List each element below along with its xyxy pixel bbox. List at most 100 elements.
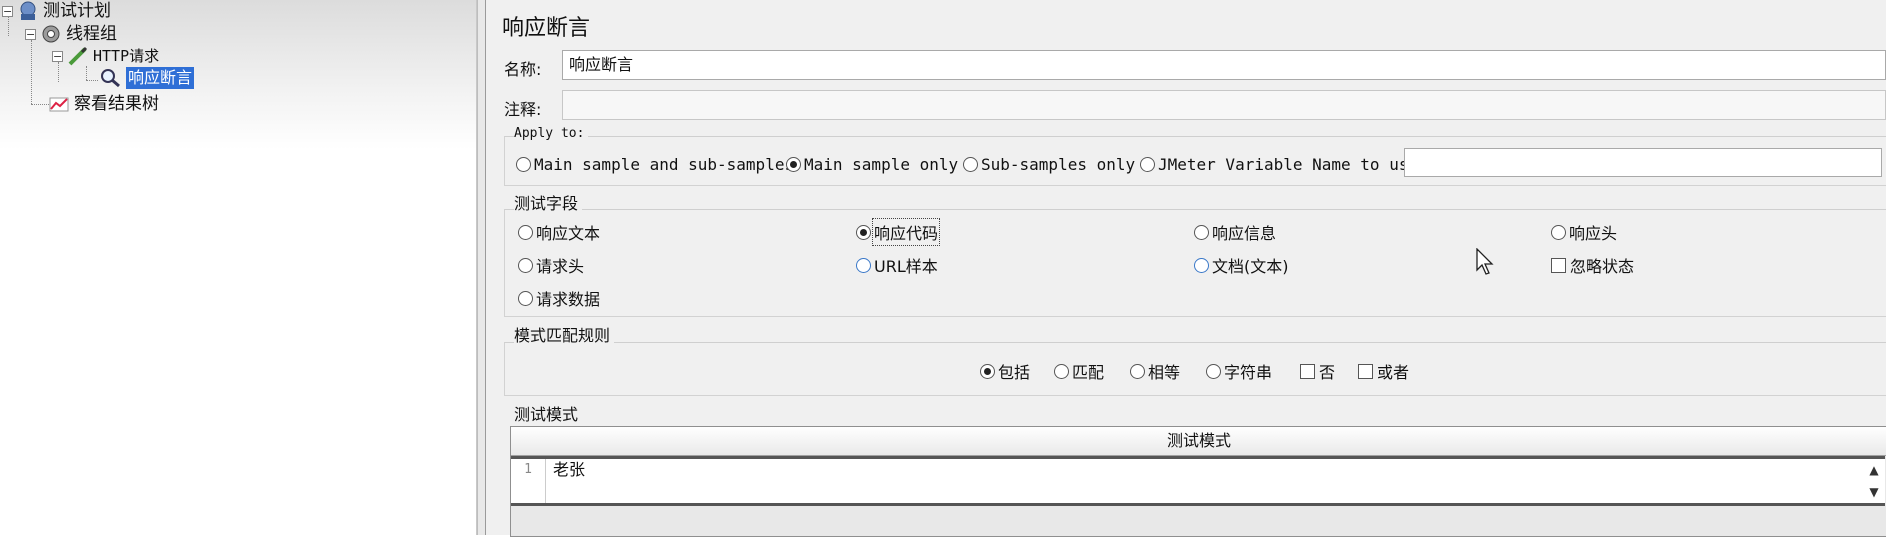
rule-matches[interactable]: 匹配: [1054, 359, 1104, 383]
comment-field[interactable]: [562, 90, 1886, 120]
option-label: Main sample and sub-samples: [534, 155, 795, 174]
apply-jmeter-variable[interactable]: JMeter Variable Name to use: [1140, 155, 1418, 174]
field-url-sampled[interactable]: URL样本: [856, 253, 938, 277]
patterns-table: 测试模式 1 老张 ▲ ▼: [510, 426, 1886, 537]
line-number: 1: [511, 459, 546, 503]
tree-node-label: 察看结果树: [74, 94, 159, 114]
tree-node-thread-group[interactable]: − 线程组: [25, 23, 117, 45]
pattern-matching-rules-group: [504, 342, 1886, 396]
radio-button-selected[interactable]: [980, 363, 995, 379]
radio-button[interactable]: [516, 157, 531, 172]
tree-node-label: HTTP请求: [93, 47, 160, 65]
field-request-headers[interactable]: 请求头: [518, 253, 584, 277]
jmeter-variable-name-field[interactable]: [1404, 148, 1882, 177]
radio-button[interactable]: [856, 257, 871, 273]
name-label: 名称:: [504, 60, 542, 79]
radio-button[interactable]: [518, 224, 533, 240]
collapse-icon[interactable]: −: [52, 50, 63, 62]
radio-button[interactable]: [1551, 224, 1566, 240]
tree-node-test-plan[interactable]: − 测试计划: [2, 0, 111, 22]
assertion-magnifier-icon: [100, 68, 122, 88]
radio-button[interactable]: [518, 290, 533, 306]
tree-connector: [86, 66, 87, 80]
tree-node-label-selected: 响应断言: [126, 67, 195, 89]
tree-connector: [31, 40, 32, 104]
apply-to-title: Apply to:: [514, 126, 589, 141]
patterns-to-test-title: 测试模式: [514, 401, 583, 425]
option-label: URL样本: [874, 257, 938, 276]
option-label: 字符串: [1224, 363, 1273, 382]
checkbox[interactable]: [1358, 363, 1373, 379]
radio-button[interactable]: [1194, 224, 1209, 240]
tree-node-view-results-tree[interactable]: 察看结果树: [48, 93, 159, 115]
collapse-icon[interactable]: −: [2, 5, 13, 17]
thread-group-gear-icon: [40, 24, 62, 44]
radio-button[interactable]: [963, 157, 978, 172]
rule-equals[interactable]: 相等: [1130, 359, 1180, 383]
option-label: 文档(文本): [1212, 257, 1289, 276]
field-response-headers[interactable]: 响应头: [1551, 220, 1617, 244]
option-label: 请求头: [536, 257, 585, 276]
option-label: 响应信息: [1212, 224, 1277, 243]
results-tree-graph-icon: [48, 94, 70, 114]
option-label: 忽略状态: [1570, 257, 1635, 276]
panel-title: 响应断言: [502, 16, 591, 41]
http-request-pen-icon: [67, 46, 89, 66]
apply-main-and-sub[interactable]: Main sample and sub-samples: [516, 155, 794, 174]
test-plan-tree-pane: − 测试计划 − 线程组 − HTTP请求 响应断言 察看结果树: [0, 0, 477, 535]
field-response-message[interactable]: 响应信息: [1194, 220, 1276, 244]
tree-connector: [86, 80, 98, 81]
apply-main-only[interactable]: Main sample only: [786, 155, 958, 174]
option-label: 否: [1319, 363, 1336, 382]
option-label: Main sample only: [804, 155, 959, 174]
option-label: 响应头: [1569, 224, 1618, 243]
radio-button[interactable]: [1206, 363, 1221, 379]
tree-connector: [31, 104, 49, 105]
rule-contains[interactable]: 包括: [980, 359, 1030, 383]
field-ignore-status[interactable]: 忽略状态: [1551, 253, 1634, 277]
radio-button[interactable]: [518, 257, 533, 273]
pattern-text[interactable]: 老张: [553, 459, 585, 481]
rule-substring[interactable]: 字符串: [1206, 359, 1272, 383]
apply-sub-only[interactable]: Sub-samples only: [963, 155, 1135, 174]
radio-button-selected[interactable]: [856, 224, 871, 240]
option-label: 匹配: [1072, 363, 1105, 382]
radio-button[interactable]: [1194, 257, 1209, 273]
radio-button[interactable]: [1140, 157, 1155, 172]
radio-button-selected[interactable]: [786, 157, 801, 172]
field-response-text[interactable]: 响应文本: [518, 220, 600, 244]
option-label: 响应文本: [536, 224, 601, 243]
field-document-text[interactable]: 文档(文本): [1194, 253, 1289, 277]
option-label: 包括: [998, 363, 1031, 382]
tree-node-response-assertion[interactable]: 响应断言: [100, 67, 195, 89]
rule-or[interactable]: 或者: [1358, 359, 1409, 383]
scroll-down-icon[interactable]: ▼: [1867, 483, 1881, 501]
checkbox[interactable]: [1551, 257, 1566, 273]
field-request-data[interactable]: 请求数据: [518, 286, 600, 310]
pane-splitter[interactable]: [477, 0, 486, 535]
collapse-icon[interactable]: −: [25, 28, 36, 40]
tree-node-label: 测试计划: [43, 1, 111, 21]
field-response-code[interactable]: 响应代码: [856, 218, 941, 246]
radio-button[interactable]: [1130, 363, 1145, 379]
scroll-up-icon[interactable]: ▲: [1867, 461, 1881, 479]
comment-label: 注释:: [504, 100, 542, 119]
tree-node-http-request[interactable]: − HTTP请求: [52, 45, 159, 67]
rule-not[interactable]: 否: [1300, 359, 1335, 383]
name-field[interactable]: 响应断言: [562, 50, 1886, 80]
option-label: 响应代码: [871, 218, 941, 246]
option-label: 或者: [1377, 363, 1410, 382]
test-field-title: 测试字段: [514, 190, 583, 214]
option-label: 相等: [1148, 363, 1181, 382]
tree-node-label: 线程组: [66, 24, 117, 44]
plan-icon: [17, 1, 39, 21]
pattern-editor[interactable]: 1 老张 ▲ ▼: [511, 456, 1885, 506]
pattern-matching-rules-title: 模式匹配规则: [514, 322, 615, 346]
response-assertion-panel: 响应断言 名称: 响应断言 注释: Apply to: Main sample …: [486, 0, 1886, 537]
option-label: Sub-samples only: [981, 155, 1136, 174]
radio-button[interactable]: [1054, 363, 1069, 379]
checkbox[interactable]: [1300, 363, 1315, 379]
option-label: JMeter Variable Name to use: [1158, 155, 1419, 174]
option-label: 请求数据: [536, 290, 601, 309]
patterns-table-header[interactable]: 测试模式: [511, 427, 1886, 456]
